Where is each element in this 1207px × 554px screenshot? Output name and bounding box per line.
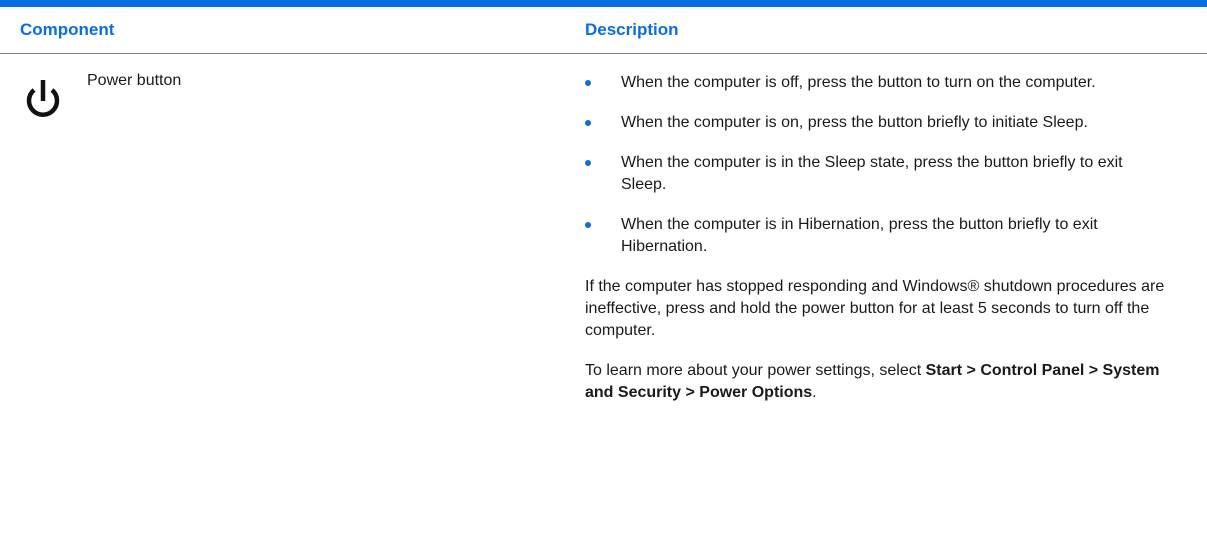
- bullet-text: When the computer is in the Sleep state,…: [621, 154, 1123, 193]
- list-item: When the computer is in Hibernation, pre…: [585, 214, 1155, 258]
- description-column-header: Description: [585, 20, 679, 39]
- list-item: When the computer is off, press the butt…: [585, 72, 1155, 94]
- description-bullet-list: When the computer is off, press the butt…: [585, 72, 1185, 258]
- bullet-text: When the computer is on, press the butto…: [621, 114, 1088, 131]
- bullet-icon: [585, 80, 591, 86]
- bullet-text: When the computer is in Hibernation, pre…: [621, 216, 1098, 255]
- list-item: When the computer is in the Sleep state,…: [585, 152, 1155, 196]
- bullet-icon: [585, 160, 591, 166]
- table-top-rule: [0, 0, 1207, 7]
- learn-more-suffix: .: [812, 384, 817, 401]
- learn-more-prefix: To learn more about your power settings,…: [585, 362, 926, 379]
- list-item: When the computer is on, press the butto…: [585, 112, 1155, 134]
- table-row: Power button When the computer is off, p…: [0, 54, 1207, 554]
- unresponsive-note: If the computer has stopped responding a…: [585, 278, 1165, 339]
- component-column-header: Component: [20, 20, 115, 39]
- power-icon: [26, 80, 60, 117]
- component-table: Component Description Power button When …: [0, 0, 1207, 554]
- bullet-icon: [585, 120, 591, 126]
- bullet-text: When the computer is off, press the butt…: [621, 74, 1096, 91]
- description-cell: When the computer is off, press the butt…: [585, 72, 1185, 422]
- component-name: Power button: [87, 72, 182, 89]
- table-header-row: Component Description: [0, 7, 1207, 54]
- bullet-icon: [585, 222, 591, 228]
- learn-more-paragraph: To learn more about your power settings,…: [585, 360, 1165, 404]
